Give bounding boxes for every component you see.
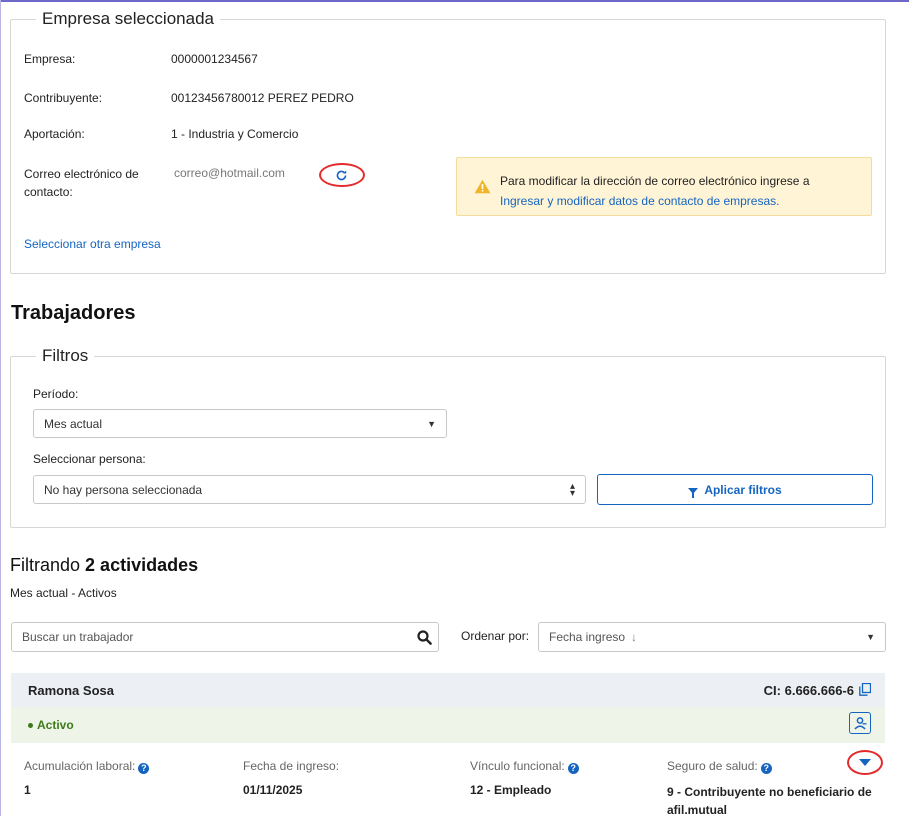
order-select[interactable]: Fecha ingreso ↓ ▼ bbox=[538, 622, 886, 652]
field-vinculo-label: Vínculo funcional:? bbox=[470, 759, 579, 774]
copy-icon[interactable] bbox=[859, 683, 871, 696]
person-card-icon bbox=[854, 716, 867, 730]
field-fecha-label: Fecha de ingreso: bbox=[243, 759, 340, 773]
email-value: correo@hotmail.com bbox=[174, 166, 285, 180]
sort-arrow-icon: ↓ bbox=[631, 630, 638, 644]
apply-filters-label: Aplicar filtros bbox=[704, 482, 782, 497]
search-input[interactable] bbox=[12, 623, 392, 651]
field-fecha-value: 01/11/2025 bbox=[243, 783, 303, 797]
order-label: Ordenar por: bbox=[461, 629, 530, 643]
empresa-value: 0000001234567 bbox=[171, 52, 258, 66]
trabajadores-title: Trabajadores bbox=[11, 302, 136, 324]
refresh-icon[interactable] bbox=[330, 164, 352, 186]
contribuyente-value: 00123456780012 PEREZ PEDRO bbox=[171, 91, 354, 105]
top-border bbox=[0, 0, 909, 2]
results-heading: Filtrando 2 actividades bbox=[10, 555, 198, 576]
warning-text: Para modificar la dirección de correo el… bbox=[500, 174, 810, 188]
caret-down-icon: ▼ bbox=[866, 632, 875, 642]
filter-icon bbox=[688, 487, 699, 498]
empresa-legend: Empresa seleccionada bbox=[42, 9, 214, 28]
person-details-button[interactable] bbox=[849, 712, 871, 734]
caret-down-icon: ▼ bbox=[427, 419, 436, 429]
aportacion-value: 1 - Industria y Comercio bbox=[171, 127, 299, 141]
field-vinculo-value: 12 - Empleado bbox=[470, 783, 552, 797]
updown-caret-icon: ▴ ▾ bbox=[569, 481, 575, 499]
person-label: Seleccionar persona: bbox=[33, 452, 146, 466]
filtros-legend: Filtros bbox=[42, 346, 89, 365]
help-icon[interactable]: ? bbox=[760, 762, 772, 774]
left-border bbox=[0, 0, 1, 816]
worker-ci: CI: 6.666.666-6 bbox=[763, 683, 854, 698]
results-count: 2 actividades bbox=[85, 555, 199, 575]
results-prefix: Filtrando bbox=[10, 555, 81, 575]
results-subtitle: Mes actual - Activos bbox=[10, 586, 117, 600]
email-warning: Para modificar la dirección de correo el… bbox=[456, 157, 872, 216]
expand-caret-icon[interactable] bbox=[859, 759, 871, 766]
search-icon[interactable] bbox=[417, 630, 432, 645]
select-other-company-link[interactable]: Seleccionar otra empresa bbox=[24, 237, 161, 251]
field-acumulacion-label: Acumulación laboral:? bbox=[24, 759, 150, 774]
worker-name: Ramona Sosa bbox=[28, 683, 114, 698]
warning-icon bbox=[474, 179, 491, 194]
worker-status-bar: Activo bbox=[11, 707, 885, 743]
period-select[interactable]: Mes actual ▼ bbox=[33, 409, 447, 438]
period-select-value: Mes actual bbox=[44, 416, 103, 431]
aportacion-label: Aportación: bbox=[24, 127, 85, 141]
contact-data-link[interactable]: Ingresar y modificar datos de contacto d… bbox=[500, 194, 779, 208]
field-acumulacion-value: 1 bbox=[24, 783, 31, 797]
order-select-value: Fecha ingreso bbox=[549, 630, 626, 644]
email-label: Correo electrónico de contacto: bbox=[24, 167, 139, 199]
field-seguro-value: 9 - Contribuyente no beneficiario de afi… bbox=[667, 785, 872, 817]
worker-card-header: Ramona Sosa CI: 6.666.666-6 bbox=[11, 673, 885, 707]
empresa-label: Empresa: bbox=[24, 52, 76, 66]
search-field[interactable] bbox=[11, 622, 439, 652]
apply-filters-button[interactable]: Aplicar filtros bbox=[597, 474, 873, 505]
status-dot-icon bbox=[28, 723, 33, 728]
status-text: Activo bbox=[37, 718, 74, 732]
help-icon[interactable]: ? bbox=[138, 762, 150, 774]
help-icon[interactable]: ? bbox=[567, 762, 579, 774]
contribuyente-label: Contribuyente: bbox=[24, 91, 103, 105]
person-select-value: No hay persona seleccionada bbox=[44, 482, 203, 497]
field-seguro-label: Seguro de salud:? bbox=[667, 759, 772, 774]
period-label: Período: bbox=[33, 387, 79, 401]
person-select[interactable]: No hay persona seleccionada ▴ ▾ bbox=[33, 475, 586, 504]
empresa-fieldset: Empresa seleccionada bbox=[10, 9, 886, 274]
status-badge: Activo bbox=[28, 718, 74, 732]
